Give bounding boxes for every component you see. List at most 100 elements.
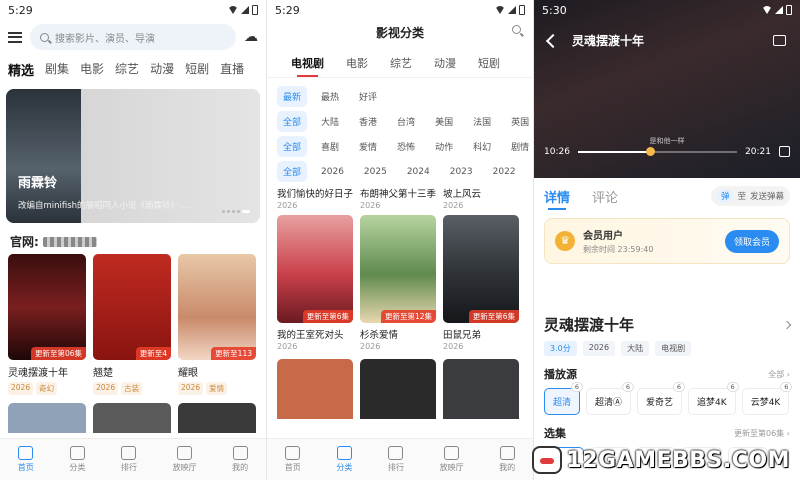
filter-chip[interactable]: 全部 — [277, 136, 308, 157]
tab-featured[interactable]: 精选 — [8, 60, 34, 79]
filter-chip[interactable]: 台湾 — [391, 111, 421, 132]
nav-mine[interactable]: 我的 — [232, 446, 248, 473]
search-input[interactable]: 搜索影片、演员、导演 — [30, 24, 236, 50]
back-icon[interactable] — [545, 33, 561, 48]
poster: 更新至第06集 — [8, 254, 86, 360]
filter-chip[interactable]: 最热 — [315, 86, 345, 107]
nav-ranking[interactable]: 排行 — [121, 446, 137, 473]
hero-banner[interactable]: 雨霖铃 改编自minifish的展昭同人小说《雨霖铃》 ... — [6, 89, 260, 223]
nav-mine[interactable]: 我的 — [499, 446, 515, 473]
bottom-nav: 首页 分类 排行 放映厅 我的 — [267, 438, 533, 480]
filter-chip[interactable]: 法国 — [467, 111, 497, 132]
bottom-nav: 首页 分类 排行 放映厅 我的 — [0, 438, 266, 480]
nav-home[interactable]: 首页 — [18, 446, 34, 473]
source-option[interactable]: 超清Ⓐ 6 — [586, 382, 635, 415]
filter-chip[interactable]: 喜剧 — [315, 136, 345, 157]
media-card[interactable]: 坡上风云 2026 — [443, 186, 519, 210]
filter-chip[interactable]: 大陆 — [315, 111, 345, 132]
media-year: 2026 — [443, 201, 464, 210]
tag: 爱情 — [206, 382, 228, 395]
status-time: 5:29 — [275, 3, 300, 17]
tab-details[interactable]: 详情 — [544, 187, 570, 210]
danmaku-settings[interactable]: 茔 — [737, 190, 746, 202]
filter-chip[interactable]: 爱情 — [353, 136, 383, 157]
filter-chip[interactable]: 剧情 — [505, 136, 533, 157]
update-badge: 更新至第06集 — [30, 347, 86, 360]
rating-tag: 3.0分 — [544, 341, 577, 356]
filter-chip[interactable]: 好评 — [353, 86, 383, 107]
tab-short[interactable]: 短剧 — [185, 60, 209, 79]
media-year: 2026 — [277, 201, 298, 210]
nav-theater[interactable]: 放映厅 — [440, 446, 464, 473]
tab-tv[interactable]: 电视剧 — [291, 55, 324, 77]
media-card[interactable]: 更新至第6集 我的王室死对头 2026 — [277, 210, 353, 351]
gamepad-logo-icon — [532, 446, 563, 474]
tab-variety[interactable]: 综艺 — [390, 55, 412, 71]
filter-chip[interactable]: 香港 — [353, 111, 383, 132]
send-danmaku[interactable]: 发送弹幕 — [750, 190, 784, 202]
filter-chip[interactable]: 美国 — [429, 111, 459, 132]
media-card[interactable]: 更新至第12集 杉杀爱情 2026 — [360, 210, 436, 351]
filter-chip[interactable]: 2023 — [444, 163, 479, 181]
tab-movie[interactable]: 电影 — [346, 55, 368, 71]
banner-subtitle: 改编自minifish的展昭同人小说《雨霖铃》 ... — [18, 201, 190, 211]
cloud-icon[interactable]: ☁ — [244, 29, 258, 45]
status-bar: 5:29 — [267, 0, 533, 20]
nav-ranking[interactable]: 排行 — [388, 446, 404, 473]
filter-chip[interactable]: 英国 — [505, 111, 533, 132]
nav-home[interactable]: 首页 — [285, 446, 301, 473]
source-option[interactable]: 云梦4K 6 — [741, 382, 793, 415]
filter-chip[interactable]: 2026 — [315, 163, 350, 181]
filter-chip[interactable]: 恐怖 — [391, 136, 421, 157]
tab-series[interactable]: 剧集 — [45, 60, 69, 79]
source-option[interactable]: 追梦4K 6 — [688, 382, 739, 415]
tab-anime[interactable]: 动漫 — [150, 60, 174, 79]
video-player[interactable]: 5:30 灵魂摆渡十年 是和他一样 10:26 20:21 — [534, 0, 800, 178]
menu-icon[interactable] — [8, 31, 22, 43]
media-card[interactable]: 布朗神父第十三季 2026 — [360, 186, 436, 210]
media-title: 坡上风云 — [443, 189, 482, 200]
media-year: 2026 — [443, 342, 464, 351]
cast-icon[interactable] — [773, 35, 786, 46]
filter-chip[interactable]: 2024 — [401, 163, 436, 181]
tab-anime[interactable]: 动漫 — [434, 55, 456, 71]
source-option[interactable]: 超清 6 — [544, 382, 584, 415]
tab-movies[interactable]: 电影 — [80, 60, 104, 79]
media-card[interactable]: 更新至113 耀眼 2026 爱情 — [178, 254, 256, 395]
claim-vip-button[interactable]: 领取会员 — [724, 229, 779, 253]
media-card[interactable]: 更新至4 翘楚 2026 古装 — [93, 254, 171, 395]
filter-chip[interactable]: 2025 — [358, 163, 393, 181]
tag: 古装 — [121, 382, 143, 395]
sort-filter: 最新 最热 好评 — [277, 84, 523, 109]
tab-comments[interactable]: 评论 — [592, 187, 618, 206]
media-card[interactable]: 我们愉快的好日子 2026 — [277, 186, 353, 210]
clapper-icon — [444, 446, 460, 460]
nav-theater[interactable]: 放映厅 — [173, 446, 197, 473]
chevron-right-icon[interactable] — [782, 320, 792, 329]
count-badge: 6 — [672, 382, 686, 392]
tab-short[interactable]: 短剧 — [478, 55, 500, 71]
seek-bar[interactable] — [577, 146, 738, 156]
seek-handle[interactable] — [645, 146, 655, 156]
search-icon[interactable] — [512, 25, 521, 34]
media-title: 灵魂摆渡十年 — [8, 368, 68, 379]
filter-chip[interactable]: 2022 — [487, 163, 522, 181]
tab-variety[interactable]: 综艺 — [115, 60, 139, 79]
search-icon — [40, 32, 49, 42]
fullscreen-icon[interactable] — [779, 146, 790, 157]
watermark-text: 12GAMEBBS.COM — [566, 447, 790, 473]
nav-category[interactable]: 分类 — [69, 446, 85, 473]
nav-category[interactable]: 分类 — [336, 446, 352, 473]
media-card[interactable]: 更新至第06集 灵魂摆渡十年 2026 奇幻 — [8, 254, 86, 395]
source-option[interactable]: 爱奇艺 6 — [637, 382, 686, 415]
filter-chip[interactable]: 最新 — [277, 86, 308, 107]
tab-live[interactable]: 直播 — [220, 60, 244, 79]
episodes-update[interactable]: 更新至第06集 › — [734, 428, 790, 439]
filter-chip[interactable]: 动作 — [429, 136, 459, 157]
source-all-link[interactable]: 全部 › — [768, 369, 790, 380]
filter-chip[interactable]: 科幻 — [467, 136, 497, 157]
filter-chip[interactable]: 全部 — [277, 111, 308, 132]
danmaku-toggle[interactable]: 弹 — [716, 189, 734, 203]
media-card[interactable]: 更新至第6集 田鼠兄弟 2026 — [443, 210, 519, 351]
filter-chip[interactable]: 全部 — [277, 161, 308, 182]
